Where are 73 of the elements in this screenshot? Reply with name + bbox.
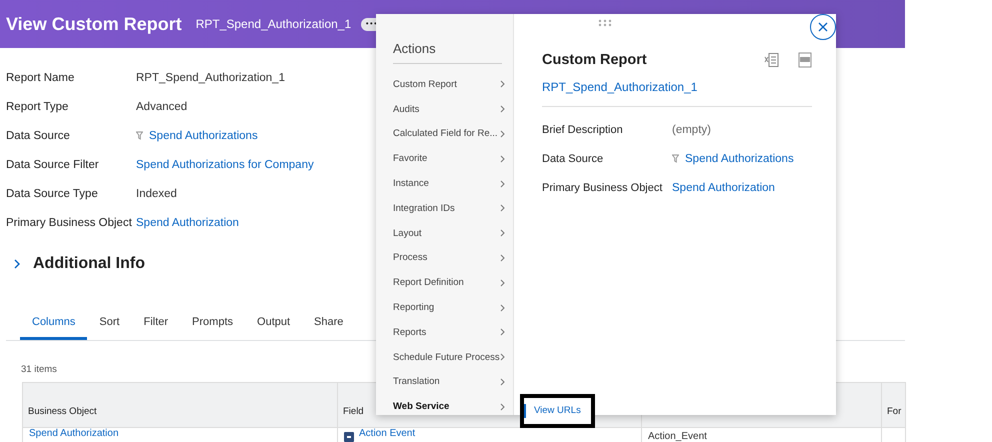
column-header: Business Object [23,382,338,428]
action-menu-item[interactable]: Web Service [393,394,505,420]
data-source-link[interactable]: Spend Authorizations [685,151,794,167]
chevron-icon [500,229,505,238]
value-link[interactable]: Spend Authorization [136,215,239,231]
filter-icon [672,154,679,164]
field-label: Primary Business Object [6,216,132,231]
field-label: Primary Business Object [542,181,664,196]
field-label: Report Type [6,100,68,115]
view-urls-link[interactable]: View URLs [524,404,581,418]
field-label: Data Source Type [6,187,98,202]
tab[interactable]: Filter [132,306,180,340]
chevron-icon [500,378,505,386]
tab[interactable]: Sort [87,306,132,340]
chevron-icon [500,402,505,411]
chevron-icon [500,105,505,114]
action-menu-item[interactable]: Layout [393,220,505,246]
action-menu-item[interactable]: Audits [393,96,505,122]
tab[interactable]: Columns [20,306,88,340]
action-menu-item[interactable]: Translation [393,370,505,394]
chevron-icon [500,254,505,262]
table-cell-link[interactable]: Action Event [359,426,416,442]
field-value: RPT_Spend_Authorization_1 [136,71,285,86]
action-menu-item[interactable]: Reports [393,320,505,345]
actions-title: Actions [393,41,502,64]
tab[interactable]: Output [245,306,302,340]
action-menu-item[interactable]: Reporting [393,295,505,320]
field-icon [344,432,354,442]
value-link[interactable]: Spend Authorizations for Company [136,157,314,173]
chevron-icon [500,154,505,163]
report-name: RPT_Spend_Authorization_1 [196,17,352,31]
chevron-icon [500,304,505,312]
action-menu-item[interactable]: Report Definition [393,270,505,296]
chevron-icon [500,328,505,336]
field-label: Data Source [542,152,604,167]
action-menu-item[interactable]: Instance [393,171,505,196]
action-menu-item[interactable]: Favorite [393,146,505,172]
action-menu-item[interactable]: Integration IDs [393,196,505,221]
filter-icon [136,131,143,141]
close-icon [818,22,828,32]
tab[interactable]: Share [302,306,356,340]
tab[interactable]: Prompts [180,306,246,340]
field-label: Data Source [6,129,70,144]
item-count: 31 items [21,364,57,377]
column-header: For [882,382,906,428]
chevron-icon [500,204,505,212]
chevron-icon [500,130,505,138]
section-title: Additional Info [33,255,145,273]
field-value: Indexed [136,187,177,202]
field-label: Data Source Filter [6,158,99,173]
pdf-icon[interactable] [798,52,812,68]
page-title: View Custom Report [6,14,182,34]
field-value: Advanced [136,100,188,115]
table-cell: Action_Event [648,431,707,442]
detail-title: Custom Report [542,52,647,68]
report-link[interactable]: RPT_Spend_Authorization_1 [542,80,812,107]
field-label: Report Name [6,71,74,86]
drag-handle-icon[interactable] [598,19,612,27]
field-label: Brief Description [542,123,624,138]
chevron-icon [500,278,505,287]
action-menu-item[interactable]: Process [393,246,505,270]
chevron-icon[interactable] [13,259,21,269]
chevron-icon [500,353,505,362]
action-menu-item[interactable]: Calculated Field for Re... [393,122,505,146]
chevron-icon [500,180,505,188]
action-menu-item[interactable]: Schedule Future Process [393,344,505,370]
action-menu-item[interactable]: Custom Report [393,72,505,97]
value-link[interactable]: Spend Authorization [672,180,775,196]
empty-value: (empty) [672,123,712,138]
chevron-icon [500,80,505,88]
excel-icon[interactable] [764,52,780,68]
data-source-link[interactable]: Spend Authorizations [149,128,258,144]
table-cell-link[interactable]: Spend Authorization [29,426,119,442]
